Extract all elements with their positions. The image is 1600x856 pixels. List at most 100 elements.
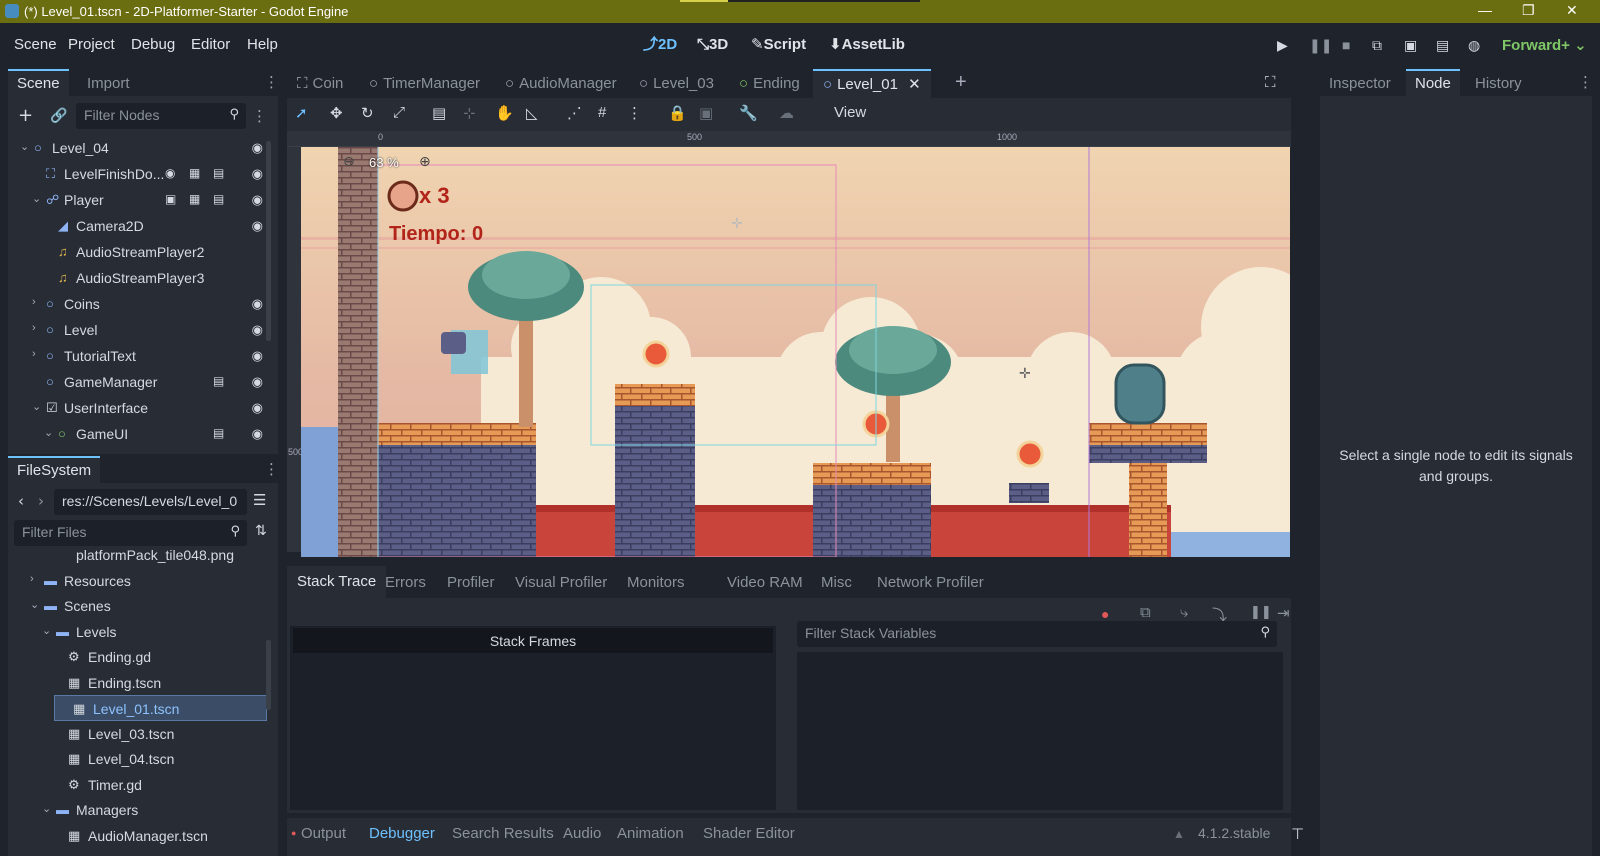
- visibility-eye-icon[interactable]: ◉: [252, 296, 263, 312]
- file-item[interactable]: ▦ Ending.tscn: [12, 670, 267, 696]
- folder-arrow-icon[interactable]: ⌄: [30, 598, 39, 611]
- close-tab-icon[interactable]: ✕: [904, 76, 921, 93]
- menu-help[interactable]: Help: [247, 36, 278, 53]
- node-indicator-icon[interactable]: ▤: [213, 426, 224, 440]
- file-item[interactable]: ▦ Level_03.tscn: [12, 721, 267, 747]
- node-indicator-icon[interactable]: ▦: [189, 166, 200, 180]
- file-item[interactable]: ⌄ ▬ Levels: [12, 619, 267, 645]
- snap-options-icon[interactable]: ⋮: [627, 104, 642, 122]
- debugger-tab[interactable]: Stack Trace: [287, 566, 387, 598]
- scene-tree-scrollbar[interactable]: [266, 141, 271, 341]
- add-scene-tab-icon[interactable]: +: [955, 71, 967, 94]
- select-tool-icon[interactable]: ➚: [295, 104, 308, 122]
- add-node-icon[interactable]: +: [18, 107, 33, 125]
- debugger-tab[interactable]: Visual Profiler: [515, 574, 607, 591]
- expand-panel-icon[interactable]: ⊤: [1291, 825, 1304, 843]
- rotate-tool-icon[interactable]: ↻: [361, 104, 374, 122]
- zoom-level[interactable]: 63 %: [369, 155, 399, 170]
- visibility-eye-icon[interactable]: ◉: [252, 374, 263, 390]
- scene-node-row[interactable]: ♫ AudioStreamPlayer2: [12, 239, 267, 265]
- scene-node-row[interactable]: › ○ TutorialText ◉: [12, 343, 267, 369]
- pivot-tool-icon[interactable]: ⊹: [463, 104, 476, 122]
- bottom-panel-button[interactable]: Audio: [563, 825, 601, 842]
- close-button[interactable]: ✕: [1566, 2, 1578, 19]
- scene-node-row[interactable]: ○ GameManager ▤ ◉: [12, 369, 267, 395]
- renderer-selector[interactable]: Forward+ ⌄: [1502, 36, 1587, 54]
- debugger-tab[interactable]: Profiler: [447, 574, 495, 591]
- play-scene-button[interactable]: ▣: [1404, 37, 1417, 54]
- mode-2d-button[interactable]: ⤴2D: [643, 36, 677, 53]
- scene-tab[interactable]: ○ AudioManager: [495, 69, 627, 98]
- distraction-free-icon[interactable]: ⛶: [1265, 74, 1276, 91]
- scene-node-row[interactable]: ⌄ ○ Level_04 ◉: [12, 135, 267, 161]
- tab-history[interactable]: History: [1466, 69, 1531, 96]
- visibility-eye-icon[interactable]: ◉: [252, 322, 263, 338]
- sort-icon[interactable]: ⇅: [255, 524, 267, 538]
- scene-tree-options-icon[interactable]: ⋮: [252, 107, 267, 125]
- scene-node-row[interactable]: ⌄ ☍ Player ▣ ▦ ▤ ◉: [12, 187, 267, 213]
- forward-icon[interactable]: ›: [38, 494, 44, 509]
- stop-button[interactable]: ■: [1342, 37, 1350, 53]
- bottom-panel-button[interactable]: Animation: [617, 825, 684, 842]
- selectable-nodes-icon[interactable]: ▤: [432, 104, 446, 122]
- maximize-button[interactable]: ❐: [1522, 2, 1535, 19]
- menu-debug[interactable]: Debug: [131, 36, 175, 53]
- scene-node-row[interactable]: ⛶ LevelFinishDo... ◉ ▦ ▤ ◉: [12, 161, 267, 187]
- scene-node-row[interactable]: ◢ Camera2D ◉: [12, 213, 267, 239]
- expand-arrow-icon[interactable]: ›: [32, 296, 36, 308]
- menu-project[interactable]: Project: [68, 36, 115, 53]
- file-item[interactable]: ▦ Level_04.tscn: [12, 746, 267, 772]
- scene-node-row[interactable]: › ○ Coins ◉: [12, 291, 267, 317]
- remote-debug-button[interactable]: ⧉: [1372, 37, 1382, 54]
- debugger-tab[interactable]: Network Profiler: [877, 574, 984, 591]
- tab-inspector[interactable]: Inspector: [1320, 69, 1400, 96]
- instance-scene-icon[interactable]: 🔗: [50, 109, 67, 123]
- minimize-button[interactable]: —: [1478, 2, 1492, 18]
- scene-tab[interactable]: ○ Level_03: [629, 69, 724, 98]
- scene-tab[interactable]: ○ TimerManager: [359, 69, 490, 98]
- group-icon[interactable]: ▣: [699, 104, 713, 122]
- back-icon[interactable]: ‹: [18, 494, 24, 509]
- scene-dock-menu-icon[interactable]: ⋮: [264, 73, 279, 91]
- move-tool-icon[interactable]: ✥: [330, 104, 343, 122]
- tab-filesystem[interactable]: FileSystem: [8, 456, 101, 483]
- file-item[interactable]: ⌄ ▬ Scenes: [12, 593, 267, 619]
- tab-node[interactable]: Node: [1406, 69, 1460, 96]
- expand-arrow-icon[interactable]: ⌄: [32, 192, 41, 205]
- visibility-eye-icon[interactable]: ◉: [252, 400, 263, 416]
- file-tree-scrollbar[interactable]: [266, 640, 271, 710]
- folder-arrow-icon[interactable]: ›: [30, 573, 34, 585]
- debugger-tab[interactable]: Monitors: [627, 574, 685, 591]
- debugger-tab[interactable]: Video RAM: [727, 574, 803, 591]
- zoom-in-icon[interactable]: ⊕: [419, 153, 431, 170]
- filter-stack-variables-input[interactable]: Filter Stack Variables ⚲: [797, 621, 1277, 647]
- step-into-icon[interactable]: ⤷: [1180, 604, 1188, 621]
- scale-tool-icon[interactable]: ⤢: [393, 104, 405, 121]
- node-indicator-icon[interactable]: ▤: [213, 166, 224, 180]
- folder-arrow-icon[interactable]: ⌄: [42, 802, 51, 815]
- mode-3d-button[interactable]: ⤡3D: [697, 36, 728, 53]
- filter-files-input[interactable]: Filter Files ⚲: [14, 520, 247, 546]
- filter-nodes-input[interactable]: Filter Nodes ⚲: [76, 103, 246, 129]
- expand-arrow-icon[interactable]: ⌄: [20, 140, 29, 153]
- canvas-viewport[interactable]: x 3 Tiempo: 0 ⊖ 63 % ⊕ ✛ ✛: [301, 147, 1290, 557]
- bottom-panel-button[interactable]: Debugger: [369, 825, 435, 842]
- path-field[interactable]: res://Scenes/Levels/Level_0: [54, 489, 247, 515]
- node-indicator-icon[interactable]: ▦: [189, 192, 200, 206]
- copy-error-icon[interactable]: ⧉: [1140, 604, 1151, 621]
- menu-scene[interactable]: Scene: [14, 36, 57, 53]
- file-item[interactable]: ⚙ Ending.gd: [12, 644, 267, 670]
- node-indicator-icon[interactable]: ▤: [213, 192, 224, 206]
- inspector-menu-icon[interactable]: ⋮: [1578, 73, 1593, 91]
- scene-node-row[interactable]: ⌄ ○ GameUI ▤ ◉: [12, 421, 267, 445]
- ruler-tool-icon[interactable]: ◺: [526, 104, 538, 122]
- file-item[interactable]: › ▬ Resources: [12, 568, 267, 594]
- split-mode-icon[interactable]: ☰: [253, 493, 266, 508]
- visibility-eye-icon[interactable]: ◉: [252, 218, 263, 234]
- grid-snap-icon[interactable]: #: [598, 104, 606, 121]
- file-item[interactable]: ⚙ Timer.gd: [12, 772, 267, 798]
- break-icon[interactable]: ❚❚: [1250, 604, 1272, 620]
- bell-icon[interactable]: ▲: [1173, 827, 1185, 841]
- record-icon[interactable]: ●: [1101, 606, 1109, 622]
- pause-button[interactable]: ❚❚: [1309, 37, 1332, 54]
